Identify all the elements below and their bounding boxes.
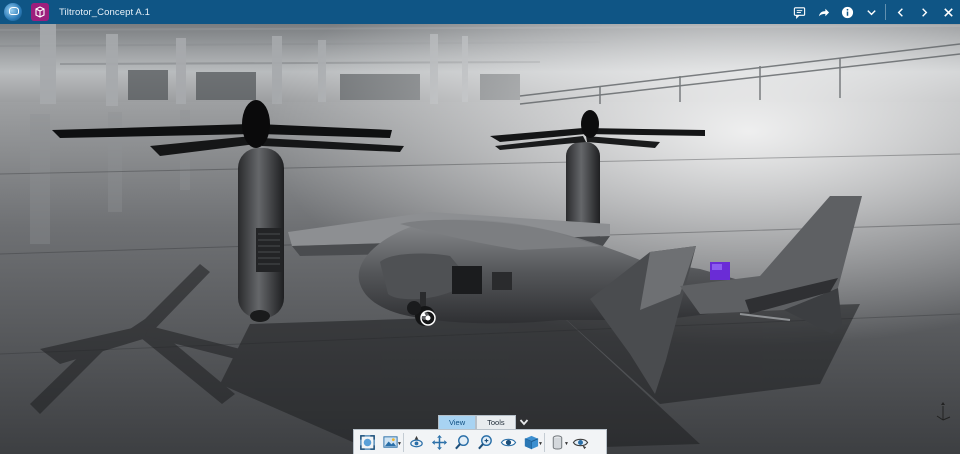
document-title: Tiltrotor_Concept A.1	[59, 6, 150, 18]
cylinder-view-icon[interactable]: ▼	[546, 431, 569, 454]
share-icon[interactable]	[811, 0, 835, 24]
zoom-icon[interactable]	[474, 431, 497, 454]
title-bar: Tiltrotor_Concept A.1	[0, 0, 960, 24]
look-at-icon[interactable]	[497, 431, 520, 454]
titlebar-divider	[885, 4, 886, 20]
next-icon[interactable]	[912, 0, 936, 24]
compass-app-icon[interactable]	[4, 3, 22, 21]
prev-icon[interactable]	[888, 0, 912, 24]
chevron-down-icon[interactable]	[859, 0, 883, 24]
info-icon[interactable]	[835, 0, 859, 24]
collapse-toolbar-icon[interactable]	[518, 415, 531, 428]
hide-show-icon[interactable]	[569, 431, 592, 454]
axis-triad-icon	[936, 402, 951, 421]
render-style-icon[interactable]: ▼	[520, 431, 543, 454]
pan-icon[interactable]	[428, 431, 451, 454]
action-bar-divider	[403, 432, 404, 452]
close-icon[interactable]	[936, 0, 960, 24]
action-bar: ▼ ▼ ▼	[353, 429, 607, 454]
chat-icon[interactable]	[787, 0, 811, 24]
fly-mode-icon[interactable]	[405, 431, 428, 454]
view-mode-icon[interactable]: ▼	[379, 431, 402, 454]
fit-all-icon[interactable]	[356, 431, 379, 454]
tab-view[interactable]: View	[438, 415, 477, 429]
action-bar-divider-2	[544, 432, 545, 452]
tiltrotor-model-scene[interactable]	[0, 24, 960, 454]
toolbar-tabs: View Tools	[438, 415, 531, 429]
tab-tools[interactable]: Tools	[476, 415, 516, 429]
3d-part-icon	[31, 3, 49, 21]
zoom-area-icon[interactable]	[451, 431, 474, 454]
3d-viewport[interactable]	[0, 24, 960, 454]
